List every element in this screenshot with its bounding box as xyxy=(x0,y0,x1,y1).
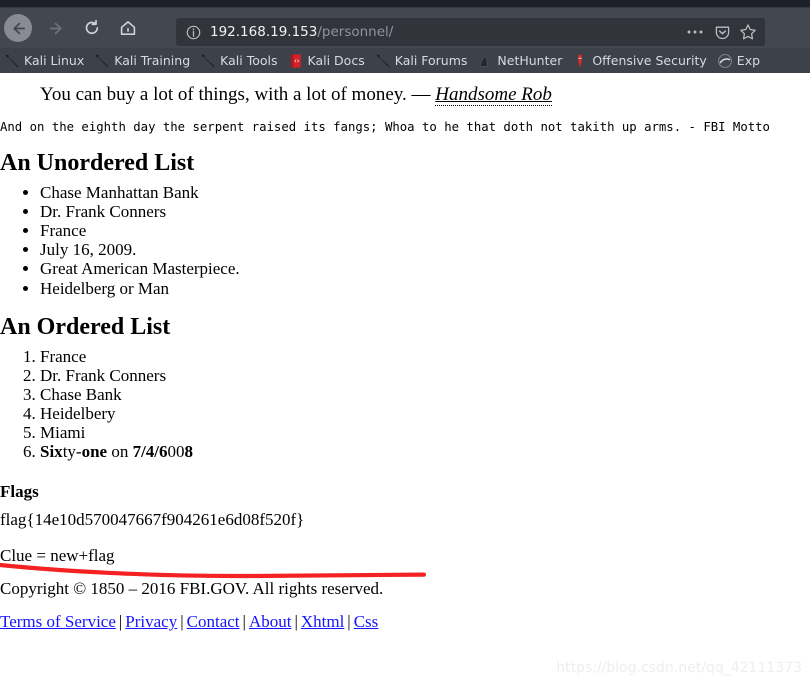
bookmark-label: Kali Docs xyxy=(307,53,365,68)
kali-docs-book-icon: ‹› xyxy=(288,53,304,69)
tab-strip xyxy=(0,0,810,8)
nethunter-icon xyxy=(477,53,493,69)
browser-chrome: 192.168.19.153/personnel/ Kali Linux Kal… xyxy=(0,0,810,73)
motto-line: And on the eighth day the serpent raised… xyxy=(0,119,770,134)
footer-link-contact[interactable]: Contact xyxy=(187,612,240,631)
bold-fragment: 8 xyxy=(184,442,194,462)
pocket-save-icon[interactable] xyxy=(709,19,735,45)
url-text[interactable]: 192.168.19.153/personnel/ xyxy=(210,18,682,46)
bookmark-kali-docs[interactable]: ‹› Kali Docs xyxy=(284,48,371,73)
list-item: Great American Masterpiece. xyxy=(40,259,810,278)
info-circle-icon[interactable] xyxy=(186,25,201,40)
star-icon[interactable] xyxy=(735,19,761,45)
ordered-list-heading: An Ordered List xyxy=(0,313,171,340)
footer-link-xhtml[interactable]: Xhtml xyxy=(301,612,344,631)
quote-blockquote: You can buy a lot of things, with a lot … xyxy=(0,73,810,107)
flag-value: flag{14e10d570047667f904261e6d08f520f} xyxy=(0,509,305,529)
bookmark-label: Kali Training xyxy=(114,53,191,68)
ellipsis-icon[interactable] xyxy=(682,19,708,45)
footer-separator: | xyxy=(347,612,351,632)
bookmark-nethunter[interactable]: NetHunter xyxy=(473,48,568,73)
clue-line: Clue = new+flag xyxy=(0,546,115,566)
back-button[interactable] xyxy=(4,14,32,42)
bookmark-label: Kali Linux xyxy=(24,53,85,68)
footer-link-privacy[interactable]: Privacy xyxy=(125,612,177,631)
quote-citation: Handsome Rob xyxy=(435,84,552,106)
bookmark-kali-forums[interactable]: Kali Forums xyxy=(371,48,474,73)
bold-fragment: 7/4/6 xyxy=(132,442,168,462)
bookmark-kali-tools[interactable]: Kali Tools xyxy=(196,48,283,73)
bookmark-offensive-security[interactable]: Offensive Security xyxy=(568,48,712,73)
ordered-list: France Dr. Frank Conners Chase Bank Heid… xyxy=(0,347,810,461)
plain-fragment: 00 xyxy=(167,442,185,462)
list-item: France xyxy=(40,221,810,240)
list-item-mixed-bold: Sixty-one on 7/4/6008 xyxy=(40,442,810,461)
plain-fragment: on xyxy=(107,442,133,462)
watermark: https://blog.csdn.net/qq_42111373 xyxy=(556,660,802,676)
list-item: Chase Manhattan Bank xyxy=(40,183,810,202)
kali-dragon-icon xyxy=(94,53,110,69)
footer-link-css[interactable]: Css xyxy=(354,612,379,631)
bookmark-kali-training[interactable]: Kali Training xyxy=(90,48,196,73)
unordered-list: Chase Manhattan Bank Dr. Frank Conners F… xyxy=(0,183,810,297)
svg-text:‹›: ‹› xyxy=(293,57,299,65)
list-item: Heidelberg or Man xyxy=(40,279,810,298)
bookmarks-toolbar: Kali Linux Kali Training Kali Tools ‹› K… xyxy=(0,48,810,73)
bookmark-label: NetHunter xyxy=(497,53,563,68)
page-content: You can buy a lot of things, with a lot … xyxy=(0,73,810,686)
footer-separator: | xyxy=(294,612,298,632)
list-item: Miami xyxy=(40,423,810,442)
exploit-db-icon xyxy=(717,53,733,69)
list-item: France xyxy=(40,347,810,366)
forward-button[interactable] xyxy=(42,14,70,42)
footer-separator: | xyxy=(180,612,184,632)
navigation-toolbar: 192.168.19.153/personnel/ xyxy=(0,8,810,48)
copyright-line: Copyright © 1850 – 2016 FBI.GOV. All rig… xyxy=(0,578,384,598)
quote-text: You can buy a lot of things, with a lot … xyxy=(40,84,436,105)
bold-fragment: one xyxy=(81,442,108,462)
plain-fragment: ty- xyxy=(62,442,82,462)
url-host: 192.168.19.153 xyxy=(210,24,318,40)
footer-links: Terms of Service | Privacy | Contact | About | X… xyxy=(0,612,810,632)
kali-dragon-icon xyxy=(4,53,20,69)
footer-separator: | xyxy=(118,612,123,632)
list-item: July 16, 2009. xyxy=(40,240,810,259)
footer-link-about[interactable]: About xyxy=(249,612,292,631)
list-item: Heidelbery xyxy=(40,404,810,423)
offensive-security-icon xyxy=(572,53,588,69)
unordered-list-heading: An Unordered List xyxy=(0,149,195,176)
footer-link-terms-of-service[interactable]: Terms of Service xyxy=(0,612,116,631)
flags-heading: Flags xyxy=(0,482,39,502)
url-bar[interactable]: 192.168.19.153/personnel/ xyxy=(176,18,765,46)
kali-dragon-icon xyxy=(200,53,216,69)
list-item: Dr. Frank Conners xyxy=(40,366,810,385)
bookmark-label: Kali Forums xyxy=(394,53,468,68)
home-button[interactable] xyxy=(114,14,142,42)
list-item: Dr. Frank Conners xyxy=(40,202,810,221)
bookmark-label: Offensive Security xyxy=(592,53,707,68)
bookmark-label: Kali Tools xyxy=(220,53,278,68)
reload-button[interactable] xyxy=(78,14,106,42)
kali-dragon-icon xyxy=(375,53,391,69)
bold-fragment: Six xyxy=(40,442,63,462)
footer-separator: | xyxy=(242,612,246,632)
bookmark-kali-linux[interactable]: Kali Linux xyxy=(0,48,90,73)
bookmark-label: Exp xyxy=(736,53,761,68)
url-path: /personnel/ xyxy=(317,24,394,40)
bookmark-exploit-db[interactable]: Exp xyxy=(713,48,766,73)
list-item: Chase Bank xyxy=(40,385,810,404)
